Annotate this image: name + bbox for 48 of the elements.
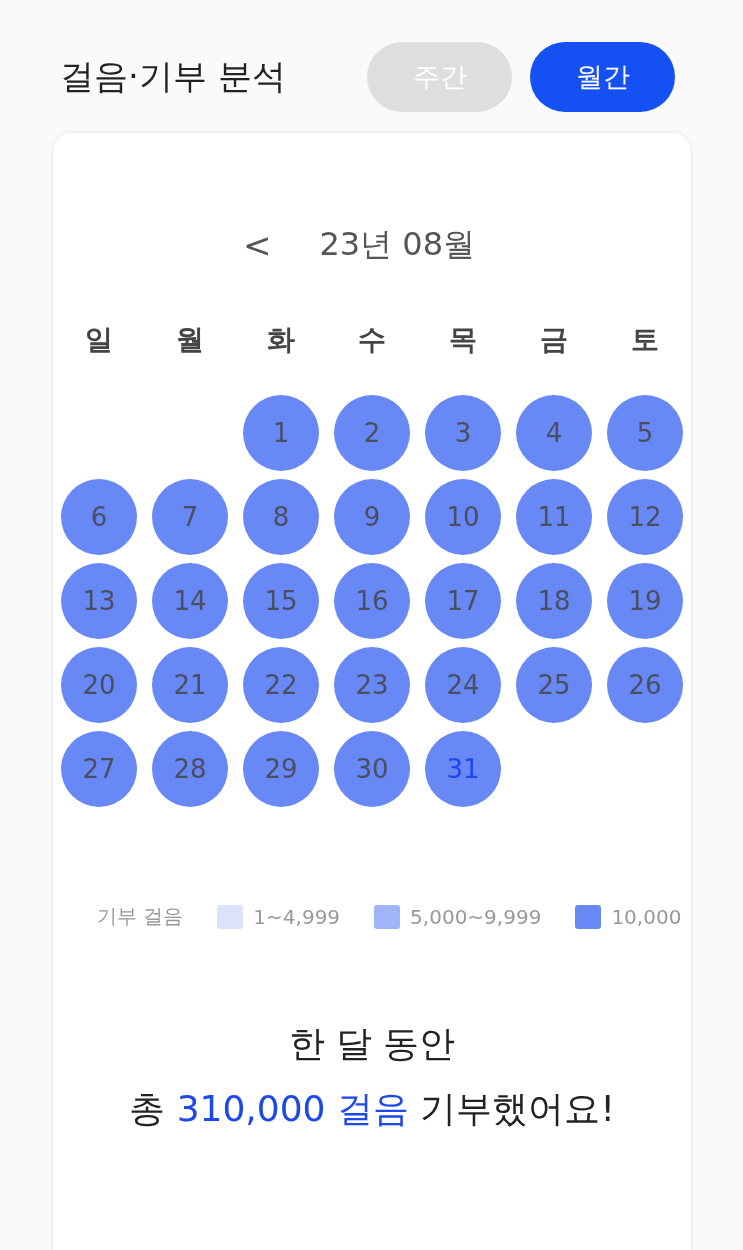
day-circle[interactable]: 23 [334,647,410,723]
day-circle[interactable]: 8 [243,479,319,555]
day-circle[interactable]: 19 [607,563,683,639]
weekday-label: 목 [448,322,478,358]
legend-label: 1~4,999 [253,904,341,929]
day-circle[interactable]: 15 [243,563,319,639]
day-circle[interactable]: 4 [516,395,592,471]
day-circle[interactable]: 22 [243,647,319,723]
day-circle[interactable]: 20 [61,647,137,723]
day-circle[interactable]: 18 [516,563,592,639]
day-circle[interactable]: 3 [425,395,501,471]
period-tab[interactable]: 월간 [530,42,675,112]
day-circle[interactable]: 11 [516,479,592,555]
weekday-label: 수 [357,322,387,358]
legend-label: 5,000~9,999 [410,904,542,929]
day-circle[interactable]: 25 [516,647,592,723]
day-circle[interactable]: 5 [607,395,683,471]
day-circle[interactable]: 1 [243,395,319,471]
previous-month-button[interactable]: < [238,225,276,265]
day-circle[interactable]: 13 [61,563,137,639]
day-circle[interactable]: 28 [152,731,228,807]
day-circle[interactable]: 26 [607,647,683,723]
day-circle[interactable]: 16 [334,563,410,639]
day-circle[interactable]: 29 [243,731,319,807]
day-circle[interactable]: 24 [425,647,501,723]
legend-label: 10,000 [611,904,682,929]
day-circle[interactable]: 21 [152,647,228,723]
weekday-label: 금 [539,322,569,358]
day-circle[interactable]: 27 [61,731,137,807]
weekday-label: 화 [266,322,296,358]
legend-title: 기부 걸음 [97,903,184,930]
summary-text: 한 달 동안 [287,1022,457,1066]
day-circle[interactable]: 31 [425,731,501,807]
day-circle[interactable]: 30 [334,731,410,807]
day-circle[interactable]: 12 [607,479,683,555]
weekday-label: 토 [630,322,660,358]
page-title: 걸음·기부 분석 [60,55,286,98]
weekday-label: 일 [84,322,114,358]
summary-total-text: 총 310,000 걸음 기부했어요! [128,1087,616,1131]
day-circle[interactable]: 2 [334,395,410,471]
day-circle[interactable]: 17 [425,563,501,639]
day-circle[interactable]: 6 [61,479,137,555]
month-label: 23년 08월 [319,224,476,265]
weekday-label: 월 [175,322,205,358]
day-circle[interactable]: 7 [152,479,228,555]
day-circle[interactable]: 9 [334,479,410,555]
day-circle[interactable]: 14 [152,563,228,639]
day-circle[interactable]: 10 [425,479,501,555]
